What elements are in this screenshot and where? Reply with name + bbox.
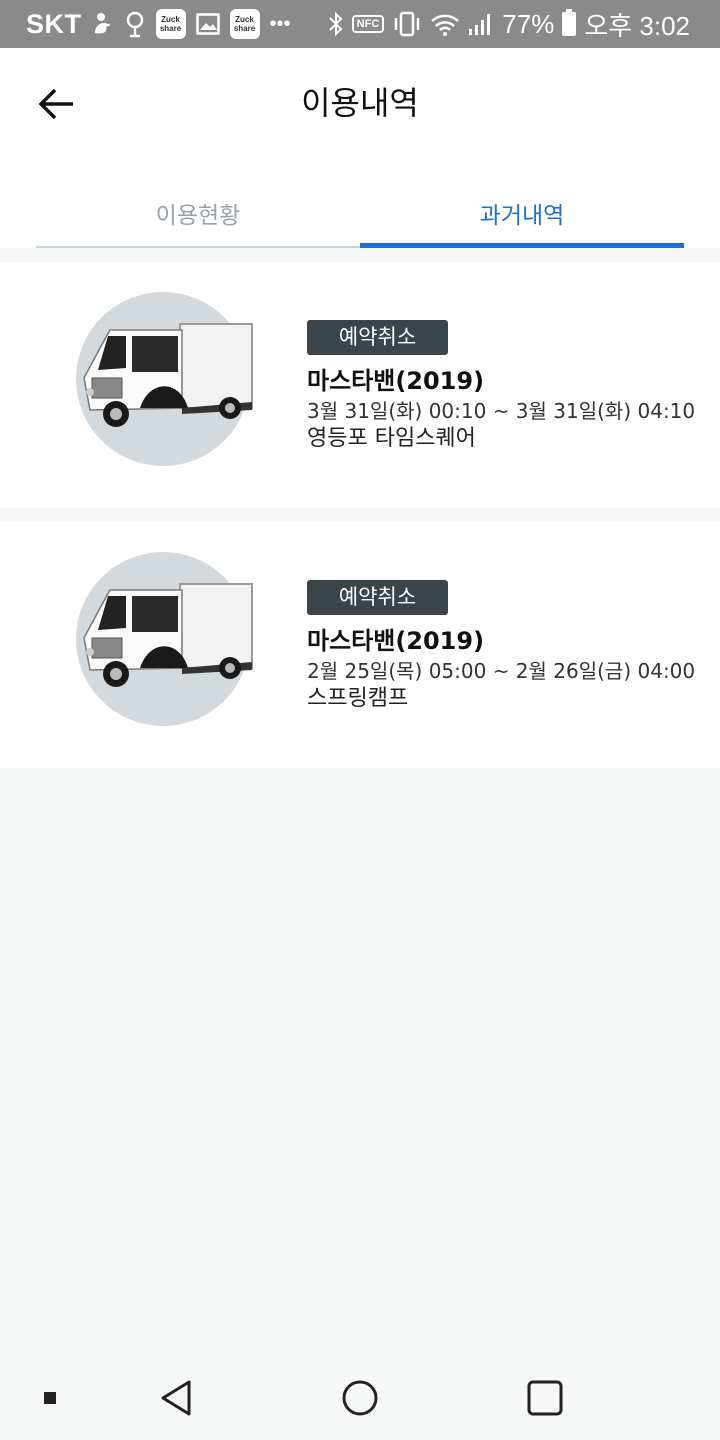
home-circle-icon [342, 1380, 378, 1416]
recents-dot-button[interactable] [26, 1376, 74, 1420]
app-notification-icon: Zuck share [229, 9, 260, 39]
page-title: 이용내역 [301, 84, 419, 122]
car-name: 마스타밴(2019) [307, 627, 485, 655]
status-right: NFC 77% 오후 3:02 [328, 0, 690, 48]
back-triangle-icon [161, 1380, 191, 1416]
overview-square-icon [527, 1380, 563, 1416]
status-bar: SKT Zuck share Zuck share ••• NFC 77% 오후… [0, 0, 720, 48]
app-badge-text: Zuck share [233, 15, 256, 33]
mini-truck-image [83, 323, 253, 427]
vehicle-thumbnail [70, 290, 260, 468]
history-info: 예약취소 마스타밴(2019) 2월 25일(목) 05:00 ~ 2월 26일… [307, 580, 707, 713]
system-nav-bar [0, 1358, 720, 1440]
history-list: 예약취소 마스타밴(2019) 3월 31일(화) 00:10 ~ 3월 31일… [0, 262, 720, 782]
mini-truck-image [83, 583, 253, 687]
status-badge: 예약취소 [307, 580, 448, 615]
app-badge-text: Zuck share [159, 15, 182, 33]
vehicle-thumbnail [70, 550, 260, 728]
app-notification-icon: Zuck share [155, 9, 186, 39]
status-left: SKT Zuck share Zuck share ••• [26, 0, 291, 48]
home-nav-button[interactable] [336, 1376, 384, 1420]
app-header: 이용내역 이용현황 과거내역 [0, 48, 720, 248]
pickup-location: 영등포 타임스퀘어 [307, 426, 476, 451]
overview-nav-button[interactable] [521, 1376, 569, 1420]
clock: 오후 3:02 [584, 10, 690, 41]
recents-dot-icon [44, 1392, 56, 1404]
battery-percent: 77% [502, 8, 555, 39]
car-name: 마스타밴(2019) [307, 367, 485, 395]
vibrate-icon [392, 11, 422, 37]
rental-period: 2월 25일(목) 05:00 ~ 2월 26일(금) 04:00 [307, 659, 696, 683]
nfc-icon: NFC [351, 15, 385, 33]
bluetooth-icon [328, 11, 344, 37]
wifi-icon [430, 12, 460, 36]
rental-period: 3월 31일(화) 00:10 ~ 3월 31일(화) 04:10 [307, 399, 696, 423]
carrier-label: SKT [26, 8, 82, 39]
status-badge: 예약취소 [307, 320, 448, 355]
signal-icon [468, 12, 494, 36]
location-pin-icon [124, 10, 146, 38]
back-nav-button[interactable] [152, 1376, 200, 1420]
battery-icon [562, 9, 577, 36]
history-item[interactable]: 예약취소 마스타밴(2019) 2월 25일(목) 05:00 ~ 2월 26일… [0, 522, 720, 768]
tab-past-history[interactable]: 과거내역 [360, 190, 684, 248]
more-notifications-icon: ••• [269, 12, 291, 35]
image-icon [195, 13, 220, 35]
tab-bar: 이용현황 과거내역 [36, 190, 684, 248]
history-info: 예약취소 마스타밴(2019) 3월 31일(화) 00:10 ~ 3월 31일… [307, 320, 707, 453]
bird-icon [92, 11, 114, 37]
pickup-location: 스프링캠프 [307, 686, 409, 711]
history-item[interactable]: 예약취소 마스타밴(2019) 3월 31일(화) 00:10 ~ 3월 31일… [0, 262, 720, 508]
tab-current-usage[interactable]: 이용현황 [36, 190, 360, 248]
